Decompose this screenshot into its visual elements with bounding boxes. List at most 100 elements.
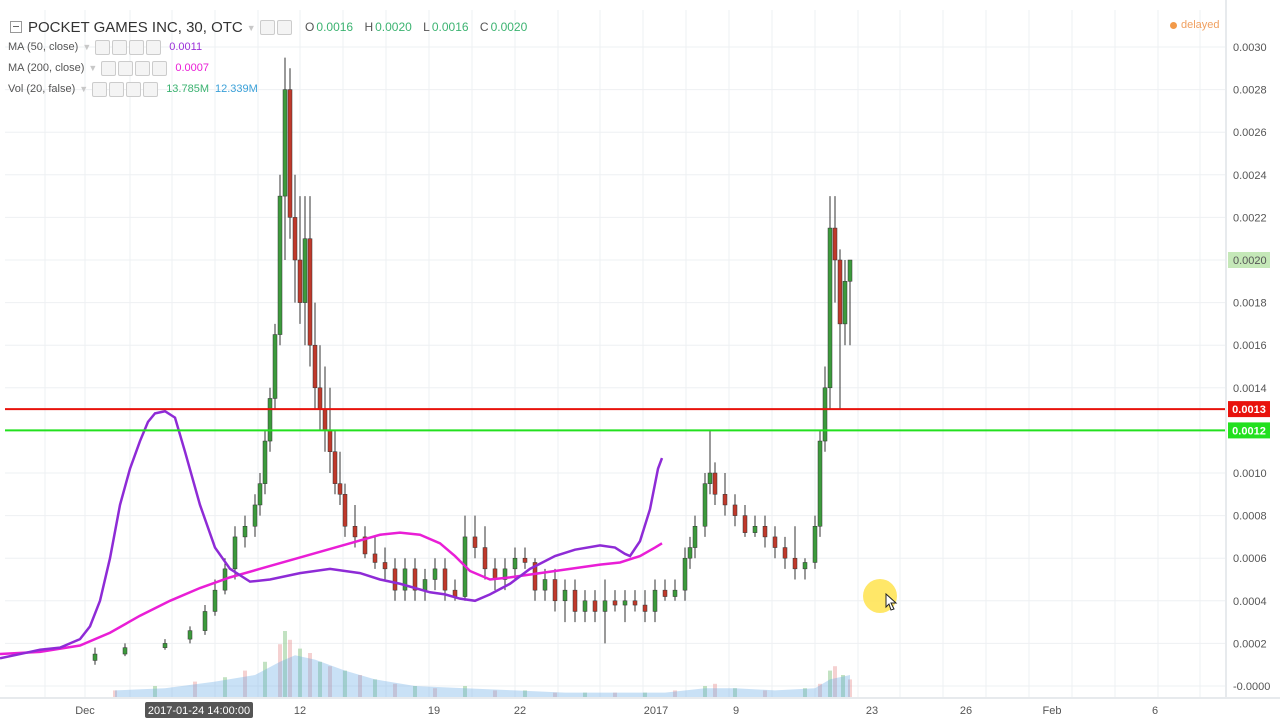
- candle-body: [682, 557, 688, 591]
- y-tick-label: 0.0024: [1233, 170, 1267, 182]
- candle-body: [262, 440, 268, 484]
- candle-body: [552, 579, 558, 602]
- candle-body: [92, 653, 98, 661]
- chart-container[interactable]: 0.0013 0.0012 0.0030 0.0028 0.0026 0.0024 0.0…: [0, 0, 1280, 720]
- candle-body: [812, 526, 818, 563]
- candle-body: [352, 526, 358, 538]
- hide-icon[interactable]: [276, 20, 292, 36]
- candle-body: [827, 227, 833, 389]
- candle-body: [307, 238, 313, 346]
- low-label: L: [423, 20, 430, 34]
- candle-body: [122, 647, 128, 655]
- candle-body: [672, 589, 678, 597]
- candle-body: [562, 589, 568, 602]
- y-tick-label: 0.0008: [1233, 511, 1267, 523]
- settings-icon[interactable]: [259, 20, 275, 36]
- x-tick-label: 22: [514, 705, 526, 717]
- add-icon[interactable]: [126, 81, 142, 97]
- candle-body: [707, 472, 713, 484]
- visibility-icon[interactable]: [95, 39, 111, 55]
- collapse-icon[interactable]: [10, 20, 22, 33]
- volume-ma-value: 12.339M: [215, 83, 258, 95]
- x-tick-label: 6: [1152, 705, 1158, 717]
- price-chart[interactable]: 0.0013 0.0012 0.0030 0.0028 0.0026 0.0024 0.0…: [0, 0, 1280, 720]
- x-tick-label: 23: [866, 705, 878, 717]
- candle-body: [267, 398, 273, 442]
- symbol-title[interactable]: POCKET GAMES INC, 30, OTC: [28, 19, 243, 36]
- settings-icon[interactable]: [118, 60, 134, 76]
- candle-body: [652, 589, 658, 612]
- candle-body: [592, 600, 598, 612]
- y-tick-label: 0.0016: [1233, 340, 1267, 352]
- remove-icon[interactable]: [146, 39, 162, 55]
- volume-value: 13.785M: [166, 83, 209, 95]
- ma200-label[interactable]: MA (200, close): [8, 62, 84, 74]
- y-tick-label: 0.0028: [1233, 85, 1267, 97]
- candle-body: [252, 504, 258, 527]
- candle-body: [792, 557, 798, 570]
- candle-body: [642, 604, 648, 612]
- volume-label[interactable]: Vol (20, false): [8, 83, 75, 95]
- crosshair-date-label: 2017-01-24 14:00:00: [148, 705, 250, 717]
- visibility-icon[interactable]: [101, 60, 117, 76]
- candle-body: [432, 568, 438, 580]
- candle-body: [297, 259, 303, 303]
- ma50-label[interactable]: MA (50, close): [8, 41, 78, 53]
- y-tick-label: 0.0002: [1233, 638, 1267, 650]
- add-icon[interactable]: [135, 60, 151, 76]
- indicator-row-ma200[interactable]: MA (200, close) ▼ 0.0007: [8, 58, 209, 78]
- candle-body: [847, 259, 853, 282]
- candle-body: [752, 526, 758, 533]
- settings-icon[interactable]: [109, 81, 125, 97]
- candle-body: [512, 557, 518, 570]
- ma200-value: 0.0007: [175, 62, 209, 74]
- last-price-label: 0.0020: [1233, 255, 1267, 267]
- candle-body: [342, 494, 348, 527]
- candle-body: [392, 568, 398, 591]
- high-label: H: [364, 20, 374, 34]
- candle-body: [732, 504, 738, 516]
- candle-body: [232, 536, 238, 570]
- y-tick-label: -0.0000: [1233, 681, 1270, 693]
- candle-body: [292, 217, 298, 261]
- candle-body: [162, 643, 168, 648]
- candle-body: [327, 430, 333, 452]
- candle-body: [272, 334, 278, 399]
- settings-icon[interactable]: [112, 39, 128, 55]
- candle-body: [282, 89, 288, 197]
- x-tick-label: 26: [960, 705, 972, 717]
- close-label: C: [479, 20, 489, 34]
- candle-body: [287, 89, 293, 218]
- delayed-label: delayed: [1181, 19, 1220, 31]
- status-dot-icon: [1170, 21, 1177, 29]
- indicator-row-ma50[interactable]: MA (50, close) ▼ 0.0011: [8, 37, 202, 57]
- chevron-down-icon[interactable]: ▼: [247, 18, 256, 38]
- y-tick-label: 0.0010: [1233, 468, 1267, 480]
- candle-body: [332, 451, 338, 484]
- candle-body: [662, 589, 668, 597]
- candle-body: [322, 408, 328, 431]
- candle-body: [772, 536, 778, 548]
- candle-body: [472, 536, 478, 548]
- chevron-down-icon[interactable]: ▼: [82, 37, 91, 57]
- candle-body: [312, 344, 318, 389]
- candle-body: [722, 494, 728, 506]
- candle-body: [277, 195, 283, 335]
- candle-body: [712, 472, 718, 495]
- candle-body: [622, 600, 628, 606]
- candle-body: [742, 515, 748, 533]
- add-icon[interactable]: [129, 39, 145, 55]
- indicator-row-volume[interactable]: Vol (20, false) ▼ 13.785M 12.339M: [8, 79, 258, 99]
- chevron-down-icon[interactable]: ▼: [88, 58, 97, 78]
- open-value: 0.0016: [316, 20, 354, 34]
- candle-body: [832, 227, 838, 261]
- candle-body: [762, 526, 768, 538]
- candle-body: [687, 547, 693, 559]
- candle-body: [692, 526, 698, 548]
- visibility-icon[interactable]: [92, 81, 108, 97]
- remove-icon[interactable]: [152, 60, 168, 76]
- candle-body: [612, 600, 618, 606]
- chevron-down-icon[interactable]: ▼: [79, 79, 88, 99]
- candle-body: [317, 387, 323, 410]
- remove-icon[interactable]: [143, 81, 159, 97]
